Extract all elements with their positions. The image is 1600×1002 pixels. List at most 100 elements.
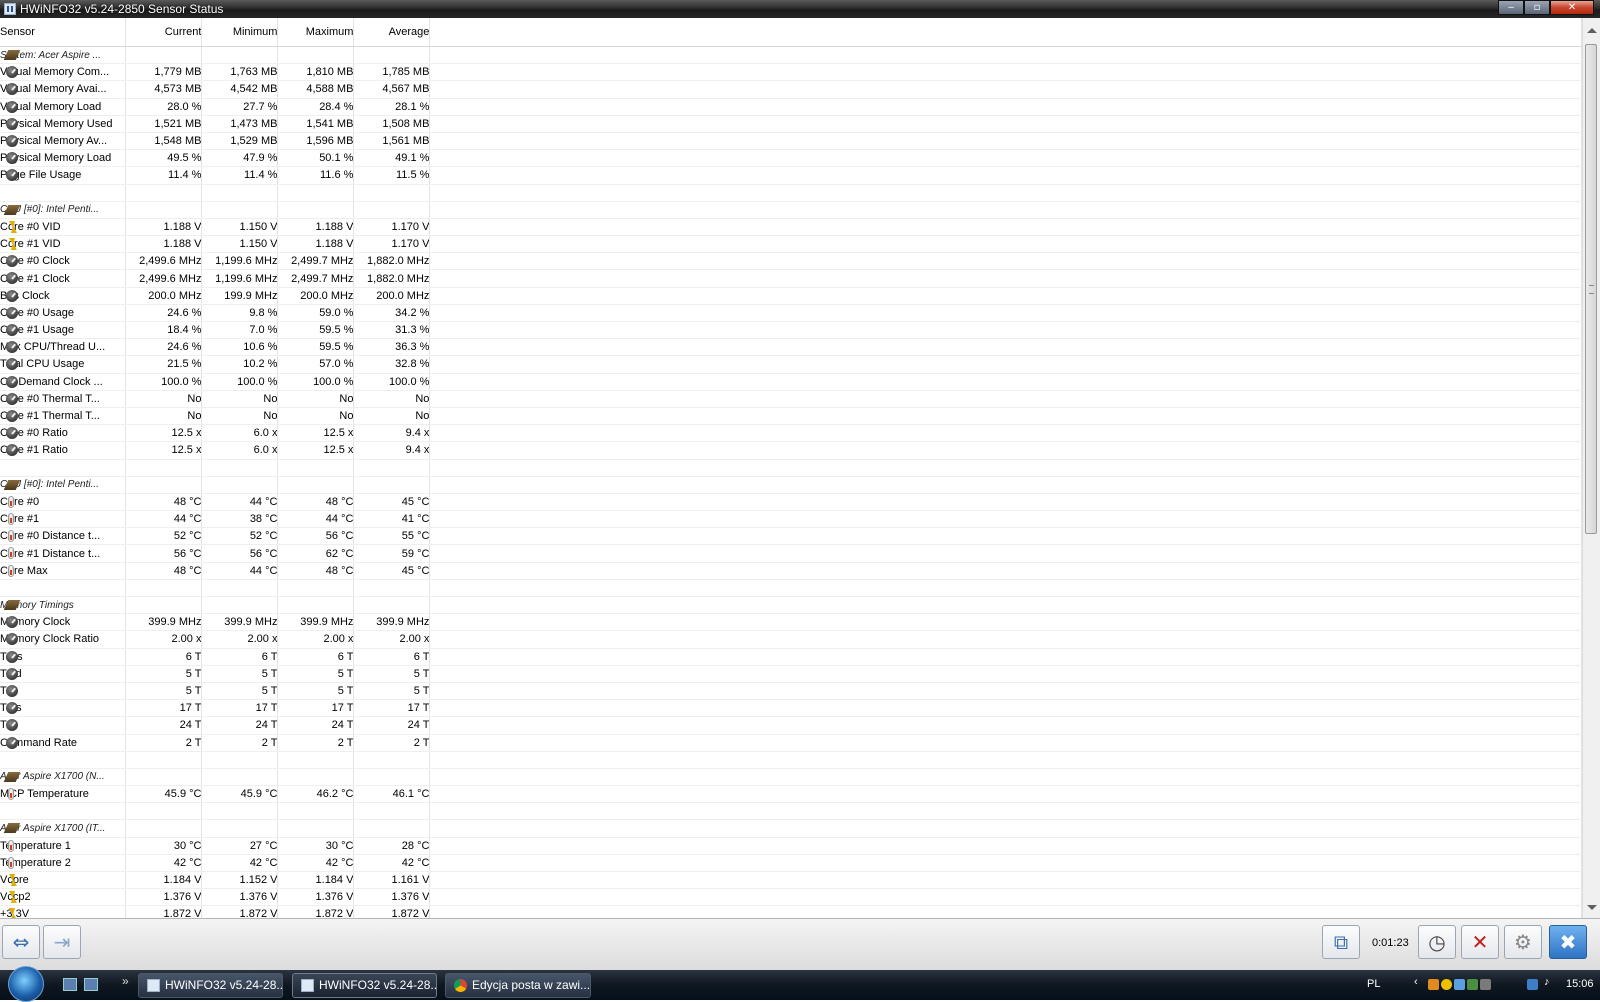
sensor-row[interactable]: Core #0 Ratio 12.5 x 6.0 x 12.5 x 9.4 x <box>0 424 1582 443</box>
bottom-toolbar: ⇔ ⇥ ⧉ 0:01:23 ◷ ✕ ⚙ ✖ <box>0 918 1600 971</box>
sensor-row[interactable]: Core #1 Distance t... 56 °C 56 °C 62 °C 59 °… <box>0 544 1582 563</box>
sensor-row[interactable]: Trc24 T24 T24 T24 T <box>0 716 1582 735</box>
current-value: 2,499.6 MHz <box>125 269 203 288</box>
sensor-row[interactable]: Virtual Memory Avai... 4,573 MB 4,542 MB 4,… <box>0 80 1582 99</box>
sensor-row[interactable]: Physical Memory Av... 1,548 MB 1,529 MB 1,5… <box>0 132 1582 151</box>
sensor-row[interactable]: Core #0 48 °C 44 °C 48 °C 45 °C <box>0 493 1582 512</box>
empty-cell <box>0 459 127 477</box>
tray-expand-icon[interactable]: ‹ <box>1414 976 1418 988</box>
sensor-row[interactable]: Virtual Memory Load 28.0 % 27.7 % 28.4 % 28.… <box>0 98 1582 116</box>
sensor-row[interactable]: Core #1 Usage 18.4 % 7.0 % 59.5 % 31.3 % <box>0 321 1582 340</box>
empty-cell <box>0 579 127 598</box>
sensor-row[interactable]: Physical Memory Load 49.5 % 47.9 % 50.1 % 49… <box>0 149 1582 168</box>
sensor-row[interactable]: Total CPU Usage 21.5 % 10.2 % 57.0 % 32.8 % <box>0 355 1582 374</box>
average-value: 36.3 % <box>353 338 431 357</box>
reset-button[interactable]: ✕ <box>1461 925 1499 959</box>
column-header-minimum[interactable]: Minimum <box>201 18 279 47</box>
tray-app-icon[interactable] <box>1428 979 1439 990</box>
maximum-value: 28.4 % <box>277 98 355 116</box>
tray-app-icon[interactable] <box>1441 979 1452 990</box>
expand-collapse-button[interactable]: ⇔ <box>2 925 40 959</box>
sensor-group-row[interactable]: System: Acer Aspire ... <box>0 46 1582 65</box>
scroll-thumb[interactable] <box>1585 44 1597 534</box>
sensor-row[interactable]: Vcore 1.184 V 1.152 V 1.184 V 1.161 V <box>0 871 1582 890</box>
sensor-row[interactable]: Page File Usage 11.4 % 11.4 % 11.6 % 11.5 % <box>0 166 1582 185</box>
sensor-row[interactable]: Core Max 48 °C 44 °C 48 °C 45 °C <box>0 562 1582 580</box>
shrink-columns-button[interactable]: ⇥ <box>43 925 81 959</box>
sensor-row[interactable]: Trp5 T5 T5 T5 T <box>0 682 1582 701</box>
empty-cell <box>429 80 1582 99</box>
sensor-row[interactable]: Core #0 Thermal T... No No No No <box>0 390 1582 408</box>
minimum-value: 10.6 % <box>201 338 279 357</box>
show-desktop-icon[interactable] <box>63 978 77 991</box>
start-button[interactable] <box>8 966 44 1002</box>
sensor-row[interactable]: On-Demand Clock ... 100.0 % 100.0 % 100.0 %… <box>0 373 1582 391</box>
sensor-group-row[interactable]: CPU [#0]: Intel Penti... <box>0 201 1582 219</box>
sensor-row[interactable]: Max CPU/Thread U... 24.6 % 10.6 % 59.5 % 36.… <box>0 338 1582 357</box>
sensor-row[interactable]: Tcas6 T6 T6 T6 T <box>0 648 1582 666</box>
settings-button[interactable]: ⚙ <box>1504 925 1542 959</box>
sensor-row[interactable]: Physical Memory Used 1,521 MB 1,473 MB 1,54… <box>0 115 1582 133</box>
sensor-row[interactable]: Memory Clock Ratio 2.00 x 2.00 x 2.00 x 2.00… <box>0 630 1582 649</box>
taskbar-item-hwinfo-1[interactable]: HWiNFO32 v5.24-28... <box>138 973 283 998</box>
tray-app-icon[interactable] <box>1480 979 1491 990</box>
taskbar-clock[interactable]: 15:06 <box>1566 978 1594 990</box>
empty-cell <box>429 613 1582 632</box>
sensor-row[interactable]: Core #1 Thermal T... No No No No <box>0 407 1582 426</box>
tray-app-icon[interactable] <box>1454 979 1465 990</box>
language-indicator[interactable]: PL <box>1367 978 1380 990</box>
taskbar-item-browser[interactable]: Edycja posta w zawi... <box>445 973 591 998</box>
empty-cell <box>429 871 1582 890</box>
sensor-group-row[interactable]: Acer Aspire X1700 (IT... <box>0 819 1582 838</box>
minimum-value: 24 T <box>201 716 279 735</box>
clock-button[interactable]: ◷ <box>1418 925 1456 959</box>
quick-launch-icon[interactable] <box>84 978 98 991</box>
sensor-group-row[interactable]: Memory Timings <box>0 596 1582 615</box>
sensor-row[interactable]: Temperature 1 30 °C 27 °C 30 °C 28 °C <box>0 837 1582 855</box>
sensor-row[interactable]: Vccp2 1.376 V 1.376 V 1.376 V 1.376 V <box>0 888 1582 907</box>
sensor-row[interactable]: Core #1 Clock 2,499.6 MHz 1,199.6 MHz 2,499… <box>0 269 1582 288</box>
tray-app-icon[interactable] <box>1467 979 1478 990</box>
sensor-row[interactable]: Temperature 2 42 °C 42 °C 42 °C 42 °C <box>0 854 1582 873</box>
sensor-row[interactable]: Core #1 VID 1.188 V 1.150 V 1.188 V 1.170 V <box>0 235 1582 254</box>
sensor-row[interactable]: MCP Temperature 45.9 °C 45.9 °C 46.2 °C 46.1… <box>0 785 1582 804</box>
maximum-value: 46.2 °C <box>277 785 355 804</box>
column-header-average[interactable]: Average <box>353 18 431 47</box>
network-tray-icon[interactable] <box>1527 979 1538 990</box>
sensor-row[interactable]: Trcd5 T5 T5 T5 T <box>0 665 1582 683</box>
volume-icon[interactable]: ♪ <box>1544 976 1550 988</box>
sensor-row[interactable]: Core #0 Distance t... 52 °C 52 °C 56 °C 55 °… <box>0 527 1582 546</box>
empty-cell <box>429 905 1582 918</box>
sensor-row[interactable]: +3.3V 1.872 V 1.872 V 1.872 V 1.872 V <box>0 905 1582 918</box>
maximize-button[interactable]: ▫ <box>1524 0 1550 15</box>
sensor-group-row[interactable]: CPU [#0]: Intel Penti... <box>0 476 1582 494</box>
sensor-row[interactable]: Memory Clock 399.9 MHz 399.9 MHz 399.9 MHz 3… <box>0 613 1582 632</box>
column-header-current[interactable]: Current <box>125 18 203 47</box>
sensor-row[interactable]: Tras17 T17 T17 T17 T <box>0 699 1582 718</box>
scroll-down-arrow-icon[interactable] <box>1587 905 1597 910</box>
header-row: Sensor Current Minimum Maximum Average <box>0 18 1582 47</box>
sensor-row[interactable]: Core #1 44 °C 38 °C 44 °C 41 °C <box>0 510 1582 529</box>
close-button[interactable]: ✕ <box>1550 0 1594 15</box>
sensor-row[interactable]: Command Rate 2 T2 T2 T2 T <box>0 734 1582 752</box>
sensor-row[interactable]: Core #1 Ratio 12.5 x 6.0 x 12.5 x 9.4 x <box>0 441 1582 460</box>
column-header-maximum[interactable]: Maximum <box>277 18 355 47</box>
minimize-button[interactable]: ‒ <box>1498 0 1524 15</box>
empty-cell <box>277 184 355 202</box>
network-button[interactable]: ⧉ <box>1322 925 1360 959</box>
sensor-row[interactable]: Core #0 Usage 24.6 % 9.8 % 59.0 % 34.2 % <box>0 304 1582 323</box>
close-sensors-button[interactable]: ✖ <box>1549 925 1587 959</box>
sensor-row[interactable]: Core #0 VID 1.188 V 1.150 V 1.188 V 1.170 V <box>0 218 1582 237</box>
quick-launch-chevron-icon[interactable]: » <box>122 974 129 988</box>
sensor-row[interactable]: Bus Clock 200.0 MHz 199.9 MHz 200.0 MHz 200.… <box>0 287 1582 305</box>
column-header-sensor[interactable]: Sensor <box>0 18 127 47</box>
scroll-up-arrow-icon[interactable] <box>1587 28 1597 33</box>
average-value: 1,561 MB <box>353 132 431 151</box>
sensor-group-row[interactable]: Acer Aspire X1700 (N... <box>0 768 1582 787</box>
taskbar-item-hwinfo-2[interactable]: HWiNFO32 v5.24-28... <box>292 973 437 998</box>
sensor-row[interactable]: Core #0 Clock 2,499.6 MHz 1,199.6 MHz 2,499… <box>0 252 1582 271</box>
vertical-scrollbar[interactable] <box>1582 18 1600 918</box>
current-value: 24.6 % <box>125 304 203 323</box>
empty-cell <box>201 476 279 494</box>
sensor-row[interactable]: Virtual Memory Com... 1,779 MB 1,763 MB 1,8… <box>0 63 1582 82</box>
